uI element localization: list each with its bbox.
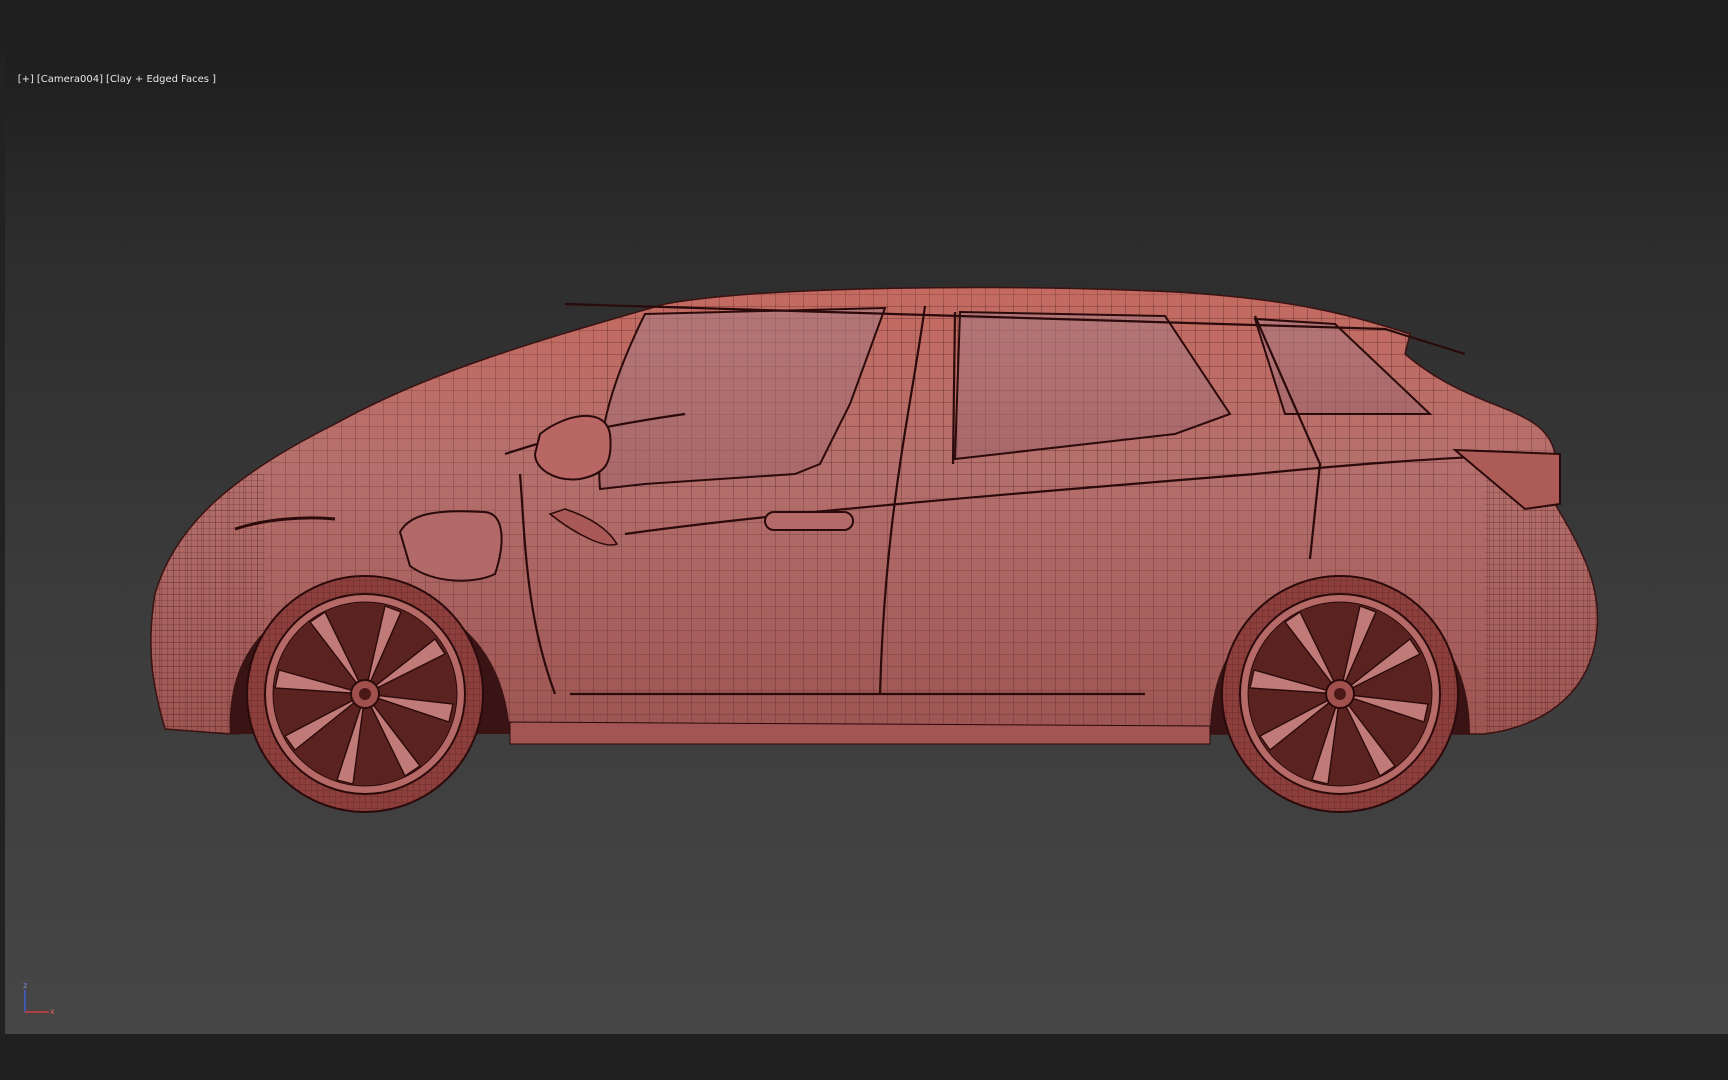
axis-x-label: x bbox=[50, 1007, 55, 1016]
car-windows bbox=[595, 304, 1445, 494]
rocker-panel bbox=[509, 721, 1211, 745]
front-light bbox=[398, 510, 503, 582]
door-handle bbox=[764, 511, 854, 531]
top-toolbar-area bbox=[0, 0, 1728, 54]
car-model[interactable] bbox=[5, 54, 1728, 1034]
front-wheel bbox=[246, 575, 484, 813]
axis-z-label: z bbox=[23, 982, 27, 990]
axis-gizmo: z x bbox=[23, 982, 55, 1016]
rear-wheel bbox=[1221, 575, 1459, 813]
bottom-bar-area bbox=[0, 1034, 1728, 1080]
camera-viewport[interactable]: [+] [Camera004] [Clay + Edged Faces ] z … bbox=[5, 54, 1728, 1034]
